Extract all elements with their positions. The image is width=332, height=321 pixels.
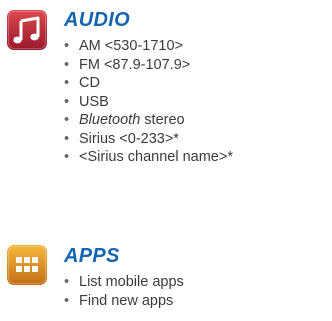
bullet: • <box>64 292 70 309</box>
bullet: • <box>64 112 70 128</box>
bullet: • <box>64 149 70 165</box>
apps-list: • List mobile apps • Find new apps <box>64 273 184 310</box>
bullet: • <box>64 56 70 73</box>
list-item-sirius-channel-name[interactable]: • <Sirius channel name>* <box>64 148 233 167</box>
item-label: USB <box>79 93 109 110</box>
list-item-find-new-apps[interactable]: • Find new apps <box>64 292 184 311</box>
music-note-icon <box>7 10 47 50</box>
bullet: • <box>64 93 70 110</box>
item-label: List mobile apps <box>79 274 184 290</box>
bullet: • <box>64 130 70 147</box>
bullet: • <box>64 274 70 290</box>
list-item-list-mobile-apps[interactable]: • List mobile apps <box>64 273 184 292</box>
item-label: AM <530-1710> <box>79 38 183 54</box>
bullet: • <box>64 38 70 54</box>
audio-source-list: • AM <530-1710> • FM <87.9-107.9> • CD • USB… <box>64 37 233 167</box>
list-item-usb[interactable]: • USB <box>64 93 233 112</box>
item-label-italic: Bluetooth <box>79 112 141 128</box>
list-item-am[interactable]: • AM <530-1710> <box>64 37 233 56</box>
apps-section: APPS • List mobile apps • Find new apps <box>0 210 332 321</box>
list-item-fm[interactable]: • FM <87.9-107.9> <box>64 56 233 75</box>
list-item-sirius[interactable]: • Sirius <0-233>* <box>64 130 233 149</box>
item-label: stereo <box>140 112 185 128</box>
bullet: • <box>64 75 70 91</box>
item-label: CD <box>79 75 100 91</box>
apps-title: APPS <box>64 245 120 267</box>
item-label: Sirius <0-233>* <box>79 130 179 147</box>
list-item-cd[interactable]: • CD <box>64 74 233 93</box>
item-label: FM <87.9-107.9> <box>79 56 191 73</box>
apps-grid-icon <box>7 245 47 285</box>
audio-title: AUDIO <box>64 9 130 31</box>
audio-section: AUDIO • AM <530-1710> • FM <87.9-107.9> • C… <box>0 0 332 210</box>
item-label: <Sirius channel name>* <box>79 149 233 165</box>
item-label: Find new apps <box>79 292 174 309</box>
list-item-bluetooth-stereo[interactable]: • Bluetooth stereo <box>64 111 233 130</box>
